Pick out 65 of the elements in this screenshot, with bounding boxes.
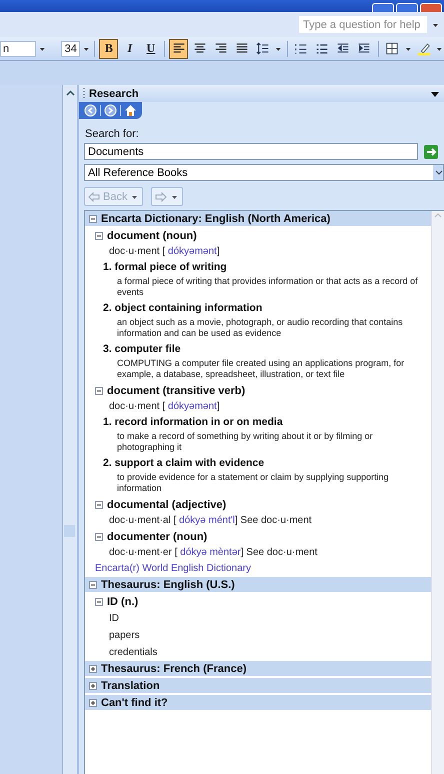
pronunciation: doc·u·ment·er [ dókyə mèntər] See doc·u·ment	[108, 546, 318, 560]
section-header[interactable]: Encarta Dictionary: English (North America)	[85, 211, 431, 226]
forward-arrow-icon	[155, 192, 168, 202]
line-spacing-icon	[256, 41, 270, 56]
scrollbar[interactable]	[63, 85, 79, 774]
definition: an object such as a movie, photograph, or audio recording that contains information and can be used as evidence	[116, 316, 404, 340]
border-icon	[385, 41, 400, 56]
expand-icon[interactable]	[89, 698, 97, 706]
back-arrow-icon	[88, 192, 100, 202]
definition: COMPUTING a computer file created using an applications program, for example, a database, spreadsheet, illustration, or text file	[116, 357, 406, 381]
help-search-field[interactable]: Type a question for help	[299, 16, 427, 33]
home-icon[interactable]	[124, 104, 137, 117]
highlight-icon	[416, 41, 431, 56]
collapse-icon[interactable]	[89, 580, 97, 588]
section-header[interactable]: Translation	[85, 678, 431, 693]
collapse-icon[interactable]	[95, 387, 103, 395]
search-label: Search for:	[85, 128, 140, 140]
headword: documenter (noun)	[107, 531, 208, 543]
headword: ID (n.)	[107, 596, 138, 608]
pronunciation: doc·u·ment [ dókyəmənt]	[108, 400, 221, 414]
underline-button[interactable]: U	[141, 38, 160, 58]
minimize-button[interactable]	[372, 3, 394, 12]
reference-dropdown[interactable]: All Reference Books	[84, 164, 444, 181]
back-icon[interactable]	[84, 104, 97, 117]
italic-button[interactable]: I	[120, 38, 140, 58]
sense-heading: 1. record information in or on media	[102, 415, 284, 430]
numbering-icon	[294, 41, 308, 56]
headword: document (transitive verb)	[107, 385, 246, 397]
font-name-field[interactable]: n	[0, 40, 36, 56]
close-button[interactable]	[420, 3, 442, 12]
go-arrow-icon[interactable]	[424, 144, 438, 158]
collapse-icon[interactable]	[95, 533, 103, 541]
sense-heading: 1. formal piece of writing	[102, 260, 228, 275]
search-field[interactable]: Documents	[84, 143, 418, 160]
pronunciation: doc·u·ment·al [ dókyə mént'l] See doc·u·ment	[108, 514, 313, 528]
bold-button[interactable]: B	[99, 38, 118, 58]
definition: to make a record of something by writing about it or by filming or photographing it	[116, 430, 374, 454]
collapse-icon[interactable]	[95, 501, 103, 509]
sense-heading: 3. computer file	[102, 342, 182, 357]
headword: documental (adjective)	[107, 499, 226, 511]
section-header[interactable]: Can't find it?	[85, 695, 431, 710]
scroll-thumb[interactable]	[64, 525, 75, 537]
maximize-button[interactable]	[396, 3, 418, 12]
sense-heading: 2. support a claim with evidence	[102, 456, 266, 471]
align-left-button[interactable]	[169, 38, 188, 58]
pronunciation: doc·u·ment [ dókyəmənt]	[108, 245, 221, 259]
section-header[interactable]: Thesaurus: English (U.S.)	[85, 577, 431, 592]
sense-heading: 2. object containing information	[102, 301, 264, 316]
dictionary-link[interactable]: Encarta(r) World English Dictionary	[95, 563, 251, 574]
synonym[interactable]: papers	[109, 630, 140, 641]
results-scrollbar[interactable]	[431, 211, 444, 774]
synonym[interactable]: ID	[109, 613, 119, 624]
font-size-field[interactable]: 34	[60, 40, 80, 56]
pane-title: Research	[89, 88, 140, 100]
headword: document (noun)	[107, 230, 197, 242]
forward-icon[interactable]	[104, 104, 117, 117]
collapse-icon[interactable]	[95, 598, 103, 606]
synonym[interactable]: credentials	[109, 647, 158, 658]
collapse-icon[interactable]	[89, 214, 97, 222]
definition: to provide evidence for a statement or claim by supplying supporting information	[116, 471, 390, 495]
section-header[interactable]: Thesaurus: French (France)	[85, 661, 431, 676]
definition: a formal piece of writing that provides information or that acts as a record of events	[116, 275, 419, 299]
expand-icon[interactable]	[89, 664, 97, 672]
expand-icon[interactable]	[89, 682, 97, 690]
collapse-icon[interactable]	[95, 232, 103, 240]
